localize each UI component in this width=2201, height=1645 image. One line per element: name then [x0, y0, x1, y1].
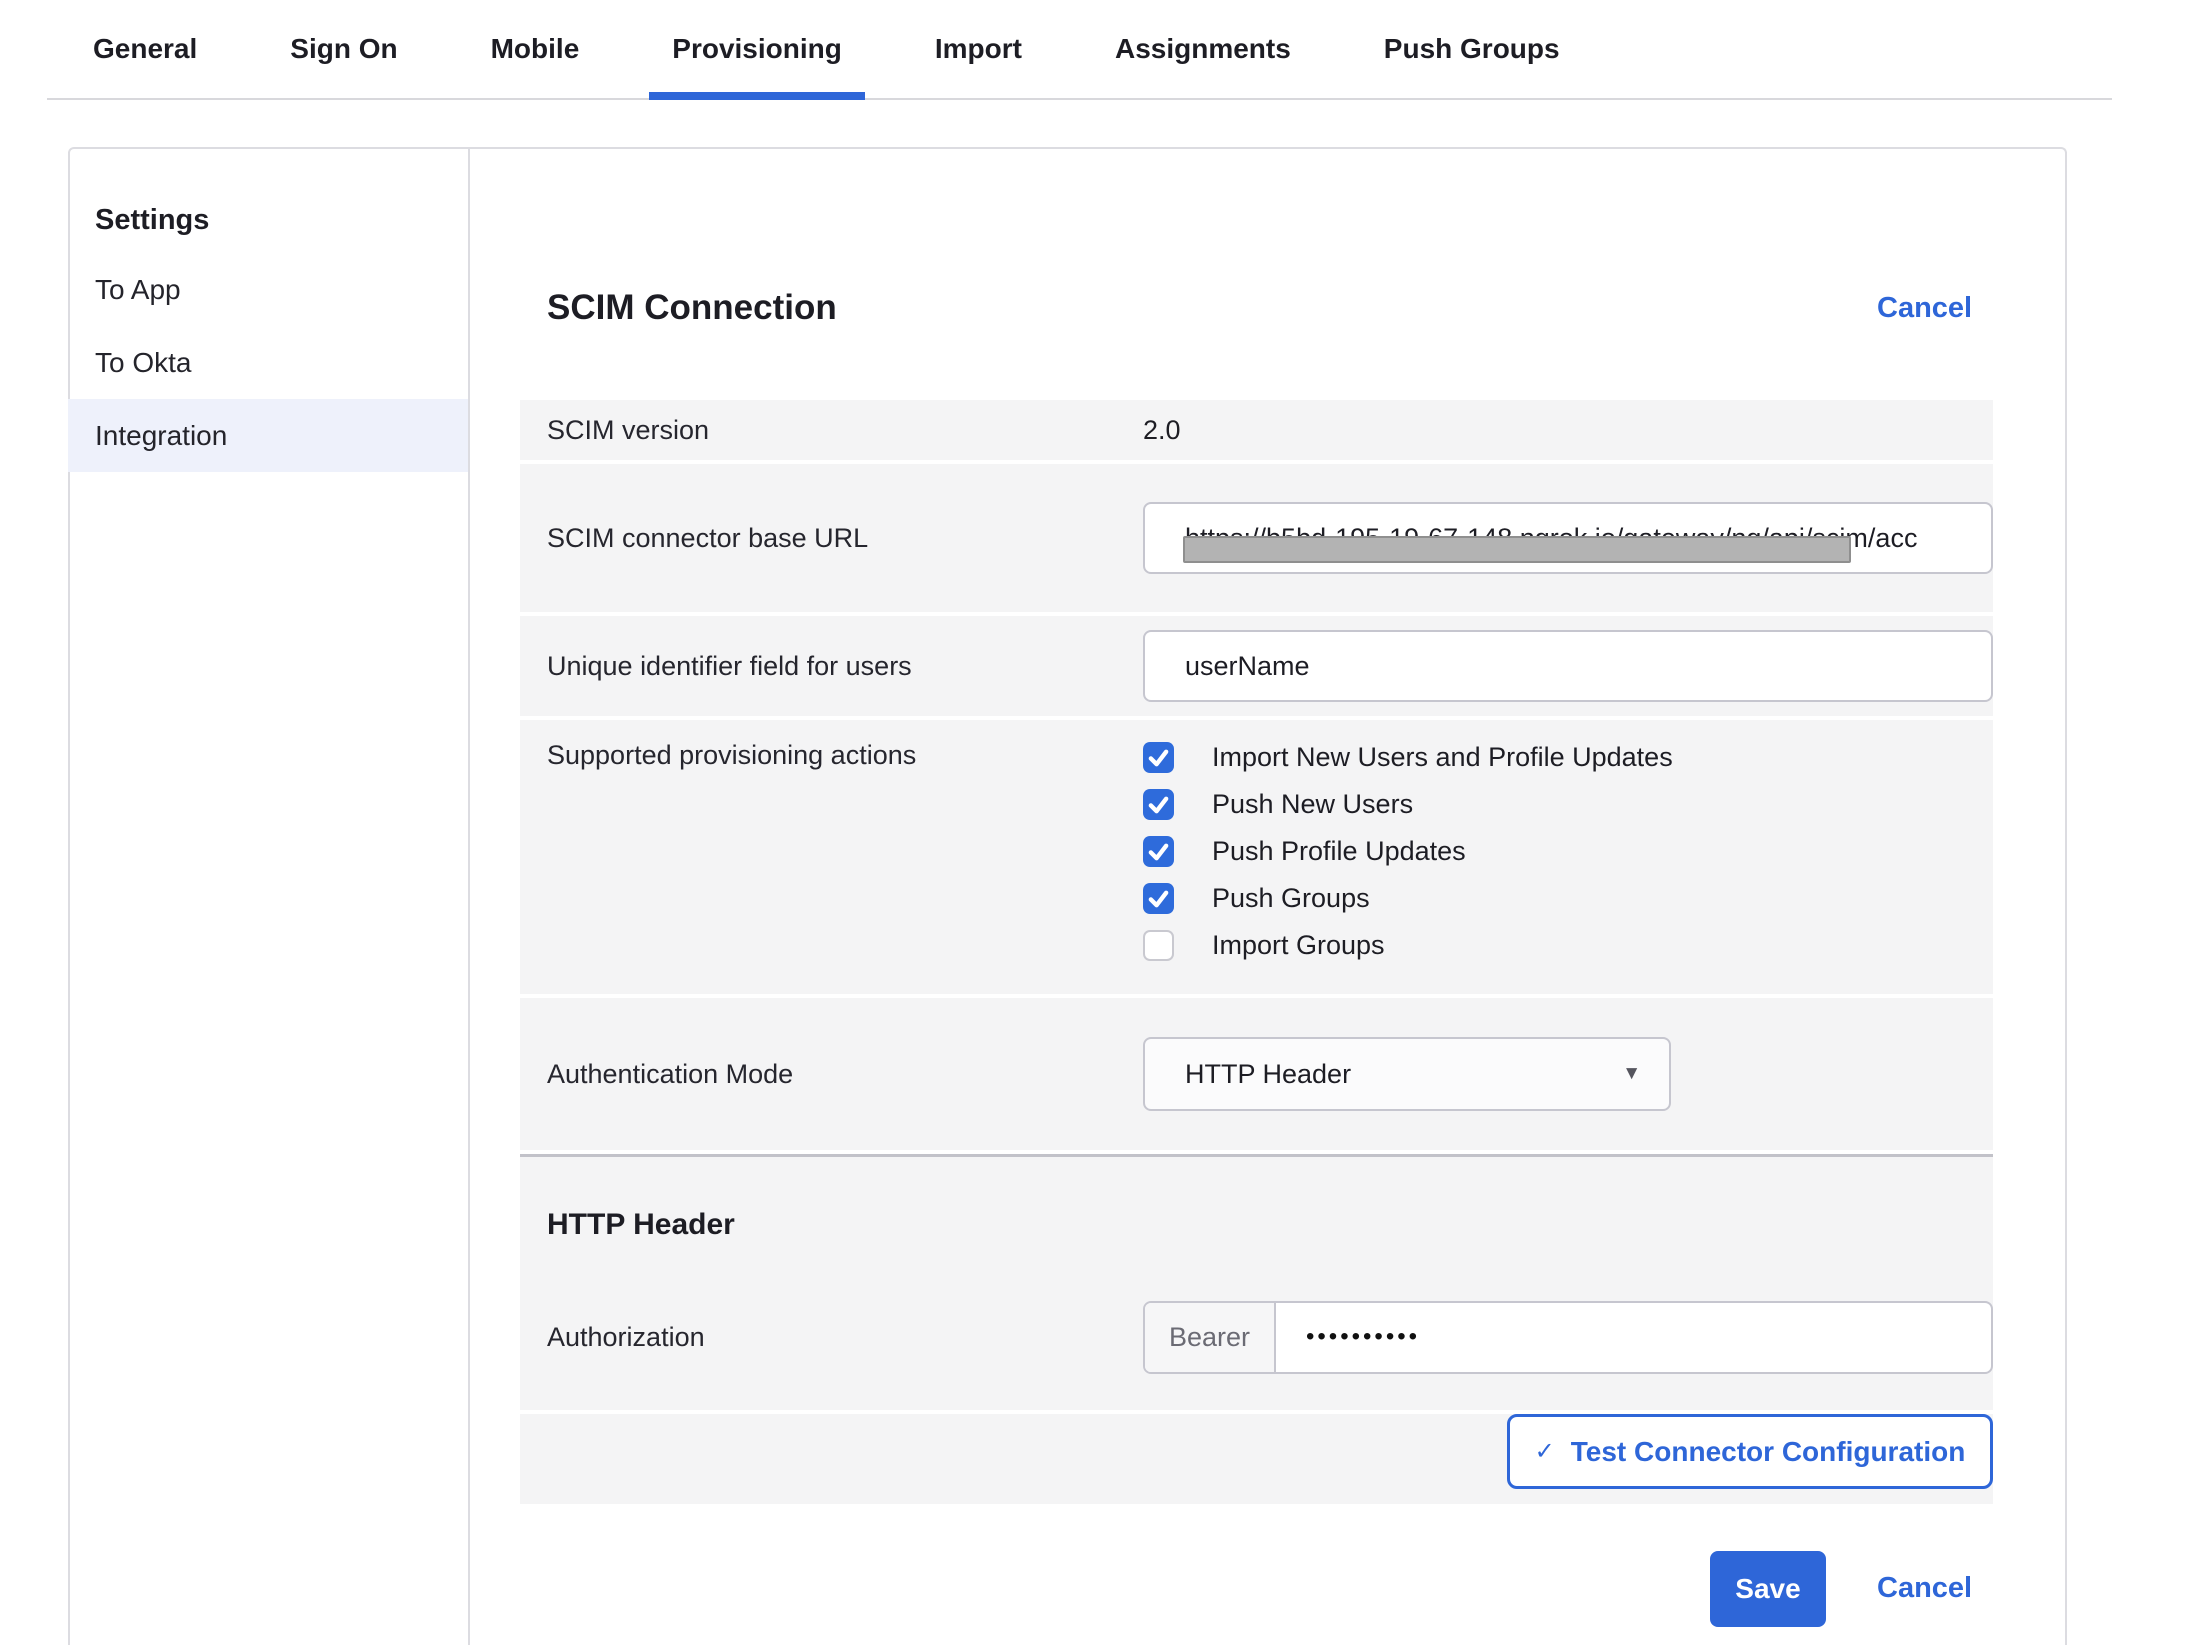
provisioning-option-push-profile-updates[interactable]: Push Profile Updates	[1143, 828, 1980, 875]
auth-mode-row: Authentication Mode HTTP Header ▼	[520, 998, 1993, 1150]
checkbox-unchecked-icon[interactable]	[1143, 930, 1174, 961]
tab-general[interactable]: General	[70, 0, 220, 98]
scim-version-row: SCIM version 2.0	[520, 400, 1993, 460]
unique-id-value: userName	[1185, 651, 1310, 682]
authorization-label: Authorization	[520, 1322, 1143, 1353]
cancel-link-bottom[interactable]: Cancel	[1877, 1572, 1972, 1605]
base-url-input[interactable]: https://b5bd-195-19-67-148.ngrok.io/gate…	[1143, 502, 1993, 574]
sidebar-item-to-okta[interactable]: To Okta	[68, 326, 468, 399]
checkbox-checked-icon[interactable]	[1143, 789, 1174, 820]
unique-id-label: Unique identifier field for users	[520, 651, 1143, 682]
checkbox-checked-icon[interactable]	[1143, 836, 1174, 867]
save-button[interactable]: Save	[1710, 1551, 1826, 1627]
provisioning-option-label: Push Profile Updates	[1212, 836, 1466, 867]
provisioning-option-label: Import Groups	[1212, 930, 1385, 961]
scim-version-label: SCIM version	[520, 415, 1143, 446]
provisioning-actions-list: Import New Users and Profile Updates Push…	[1143, 720, 1980, 969]
provisioning-option-label: Push Groups	[1212, 883, 1370, 914]
auth-mode-label: Authentication Mode	[520, 1059, 1143, 1090]
unique-id-input[interactable]: userName	[1143, 630, 1993, 702]
sidebar-item-integration[interactable]: Integration	[68, 399, 468, 472]
base-url-row: SCIM connector base URL https://b5bd-195…	[520, 464, 1993, 612]
bearer-prefix: Bearer	[1145, 1303, 1276, 1372]
provisioning-option-push-groups[interactable]: Push Groups	[1143, 875, 1980, 922]
base-url-label: SCIM connector base URL	[520, 523, 1143, 554]
auth-mode-select[interactable]: HTTP Header ▼	[1143, 1037, 1671, 1111]
tab-provisioning[interactable]: Provisioning	[649, 0, 865, 98]
provisioning-option-import-groups[interactable]: Import Groups	[1143, 922, 1980, 969]
unique-id-row: Unique identifier field for users userNa…	[520, 616, 1993, 716]
redaction-bar	[1183, 536, 1851, 563]
check-icon: ✓	[1535, 1437, 1555, 1466]
tab-assignments[interactable]: Assignments	[1092, 0, 1314, 98]
auth-mode-selected-value: HTTP Header	[1185, 1059, 1351, 1090]
provisioning-actions-row: Supported provisioning actions Import Ne…	[520, 720, 1993, 994]
provisioning-actions-label: Supported provisioning actions	[520, 720, 1143, 771]
chevron-down-icon: ▼	[1622, 1063, 1641, 1085]
provisioning-option-push-new-users[interactable]: Push New Users	[1143, 781, 1980, 828]
tab-import[interactable]: Import	[912, 0, 1045, 98]
provisioning-option-label: Push New Users	[1212, 789, 1413, 820]
settings-sidebar: Settings To AppTo OktaIntegration	[68, 147, 470, 1645]
provisioning-option-label: Import New Users and Profile Updates	[1212, 742, 1673, 773]
scim-connection-form: SCIM version 2.0 SCIM connector base URL…	[520, 400, 1993, 1504]
page-title: SCIM Connection	[547, 288, 837, 328]
checkbox-checked-icon[interactable]	[1143, 742, 1174, 773]
scim-version-value: 2.0	[1143, 415, 1993, 446]
sidebar-heading: Settings	[68, 187, 468, 253]
tab-sign-on[interactable]: Sign On	[267, 0, 420, 98]
app-tab-bar: General Sign On Mobile Provisioning Import As…	[47, 0, 2112, 100]
test-connector-button[interactable]: ✓ Test Connector Configuration	[1507, 1414, 1993, 1489]
test-connector-label: Test Connector Configuration	[1571, 1436, 1966, 1468]
http-header-section: HTTP Header	[520, 1154, 1993, 1264]
test-connector-row: ✓ Test Connector Configuration	[520, 1414, 1993, 1504]
http-header-heading: HTTP Header	[547, 1208, 735, 1242]
cancel-link-top[interactable]: Cancel	[1877, 292, 1972, 325]
authorization-row: Authorization Bearer ••••••••••	[520, 1264, 1993, 1410]
tab-mobile[interactable]: Mobile	[468, 0, 603, 98]
authorization-token-input[interactable]: ••••••••••	[1276, 1303, 1991, 1372]
checkbox-checked-icon[interactable]	[1143, 883, 1174, 914]
tab-push-groups[interactable]: Push Groups	[1361, 0, 1583, 98]
authorization-input-group: Bearer ••••••••••	[1143, 1301, 1993, 1374]
provisioning-option-import-new-users-and-profile-updates[interactable]: Import New Users and Profile Updates	[1143, 734, 1980, 781]
sidebar-item-to-app[interactable]: To App	[68, 253, 468, 326]
